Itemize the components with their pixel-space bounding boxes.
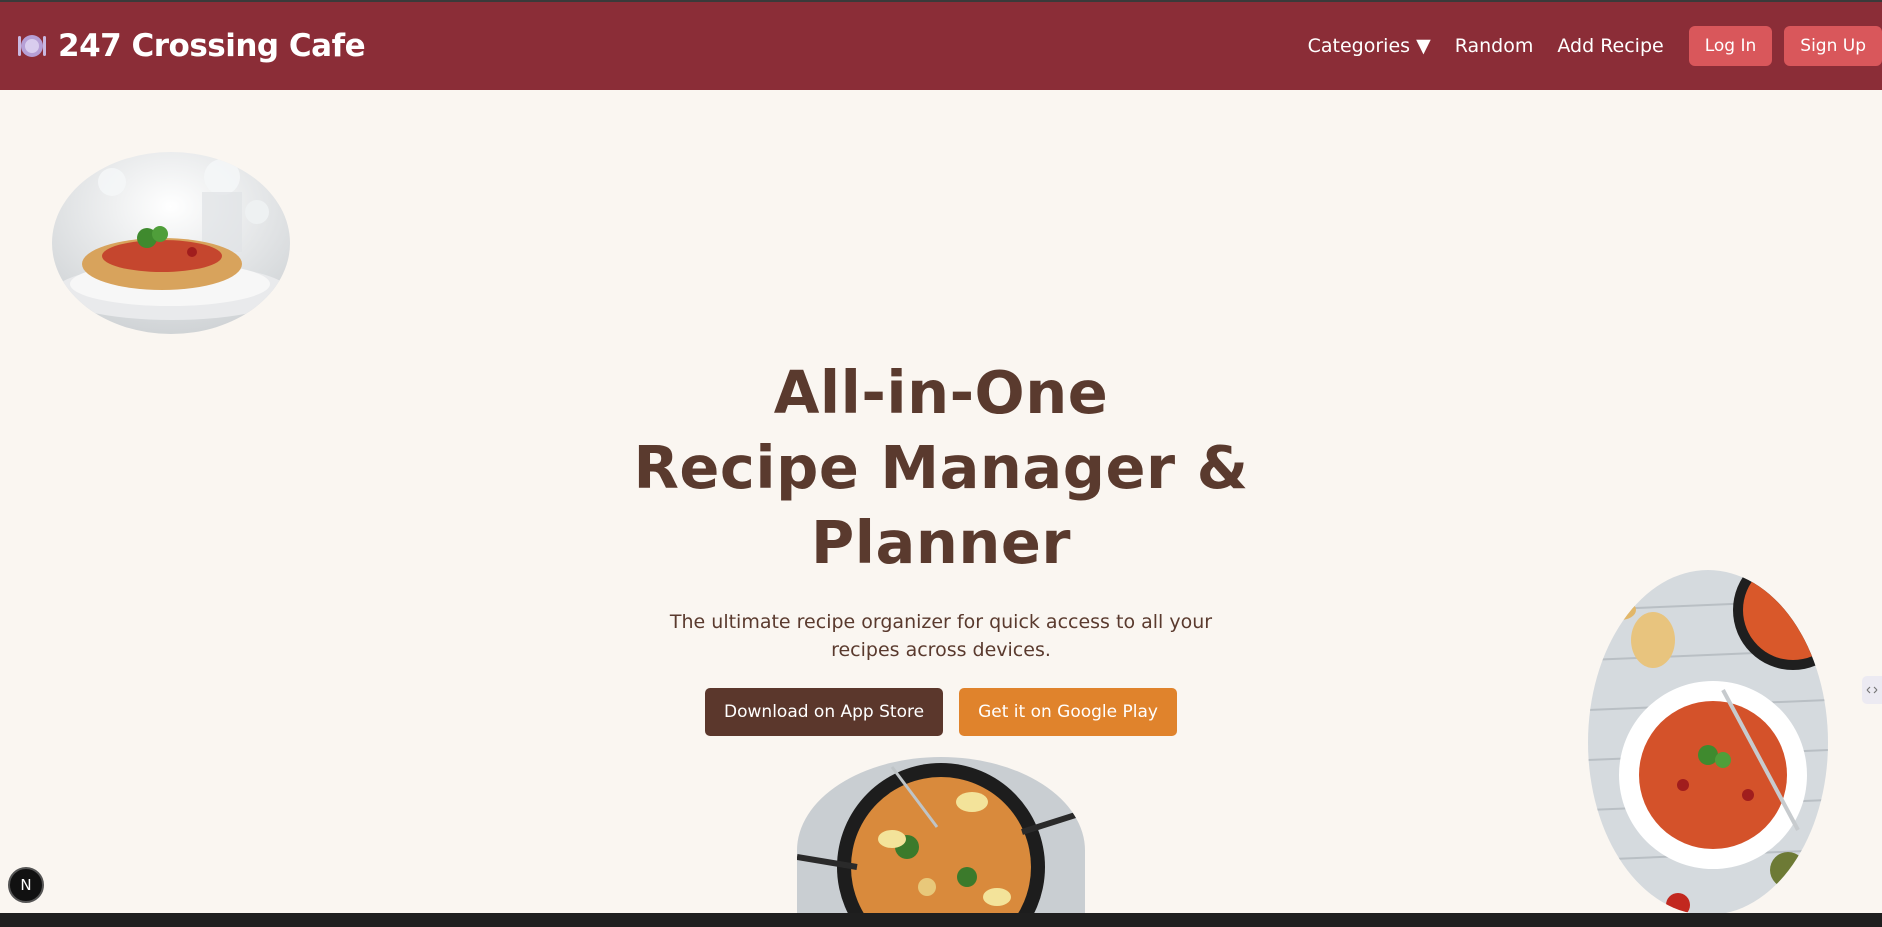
os-taskbar <box>0 913 1882 927</box>
app-store-button[interactable]: Download on App Store <box>705 688 944 736</box>
spaghetti-plate-image <box>52 152 290 334</box>
hero-title-line-2: Recipe Manager & <box>633 433 1249 502</box>
extension-icon <box>1866 686 1878 694</box>
signup-button[interactable]: Sign Up <box>1784 26 1882 66</box>
google-play-button[interactable]: Get it on Google Play <box>959 688 1177 736</box>
hero-title-line-3: Planner <box>811 508 1071 577</box>
navbar: 247 Crossing Cafe Categories ▼ Random Ad… <box>0 2 1882 90</box>
hero-section: All-in-One Recipe Manager & Planner The … <box>0 355 1882 736</box>
hero-subtitle: The ultimate recipe organizer for quick … <box>669 611 1213 661</box>
hero-title: All-in-One Recipe Manager & Planner <box>633 355 1248 580</box>
brand-logo[interactable]: 247 Crossing Cafe <box>16 28 366 64</box>
nav-menu: Categories ▼ Random Add Recipe Log In Si… <box>1308 2 1882 90</box>
nav-categories-dropdown[interactable]: Categories ▼ <box>1308 35 1431 57</box>
paella-pan-image <box>797 757 1085 927</box>
login-button[interactable]: Log In <box>1688 26 1773 66</box>
hero-title-line-1: All-in-One <box>773 358 1109 427</box>
plate-cutlery-icon <box>16 30 48 62</box>
dev-tools-badge[interactable]: N <box>8 867 44 903</box>
cta-buttons: Download on App Store Get it on Google P… <box>705 688 1177 736</box>
nav-add-recipe-link[interactable]: Add Recipe <box>1557 35 1663 57</box>
brand-name: 247 Crossing Cafe <box>58 28 366 64</box>
nav-random-link[interactable]: Random <box>1455 35 1534 57</box>
side-extension-tab[interactable] <box>1862 676 1882 704</box>
